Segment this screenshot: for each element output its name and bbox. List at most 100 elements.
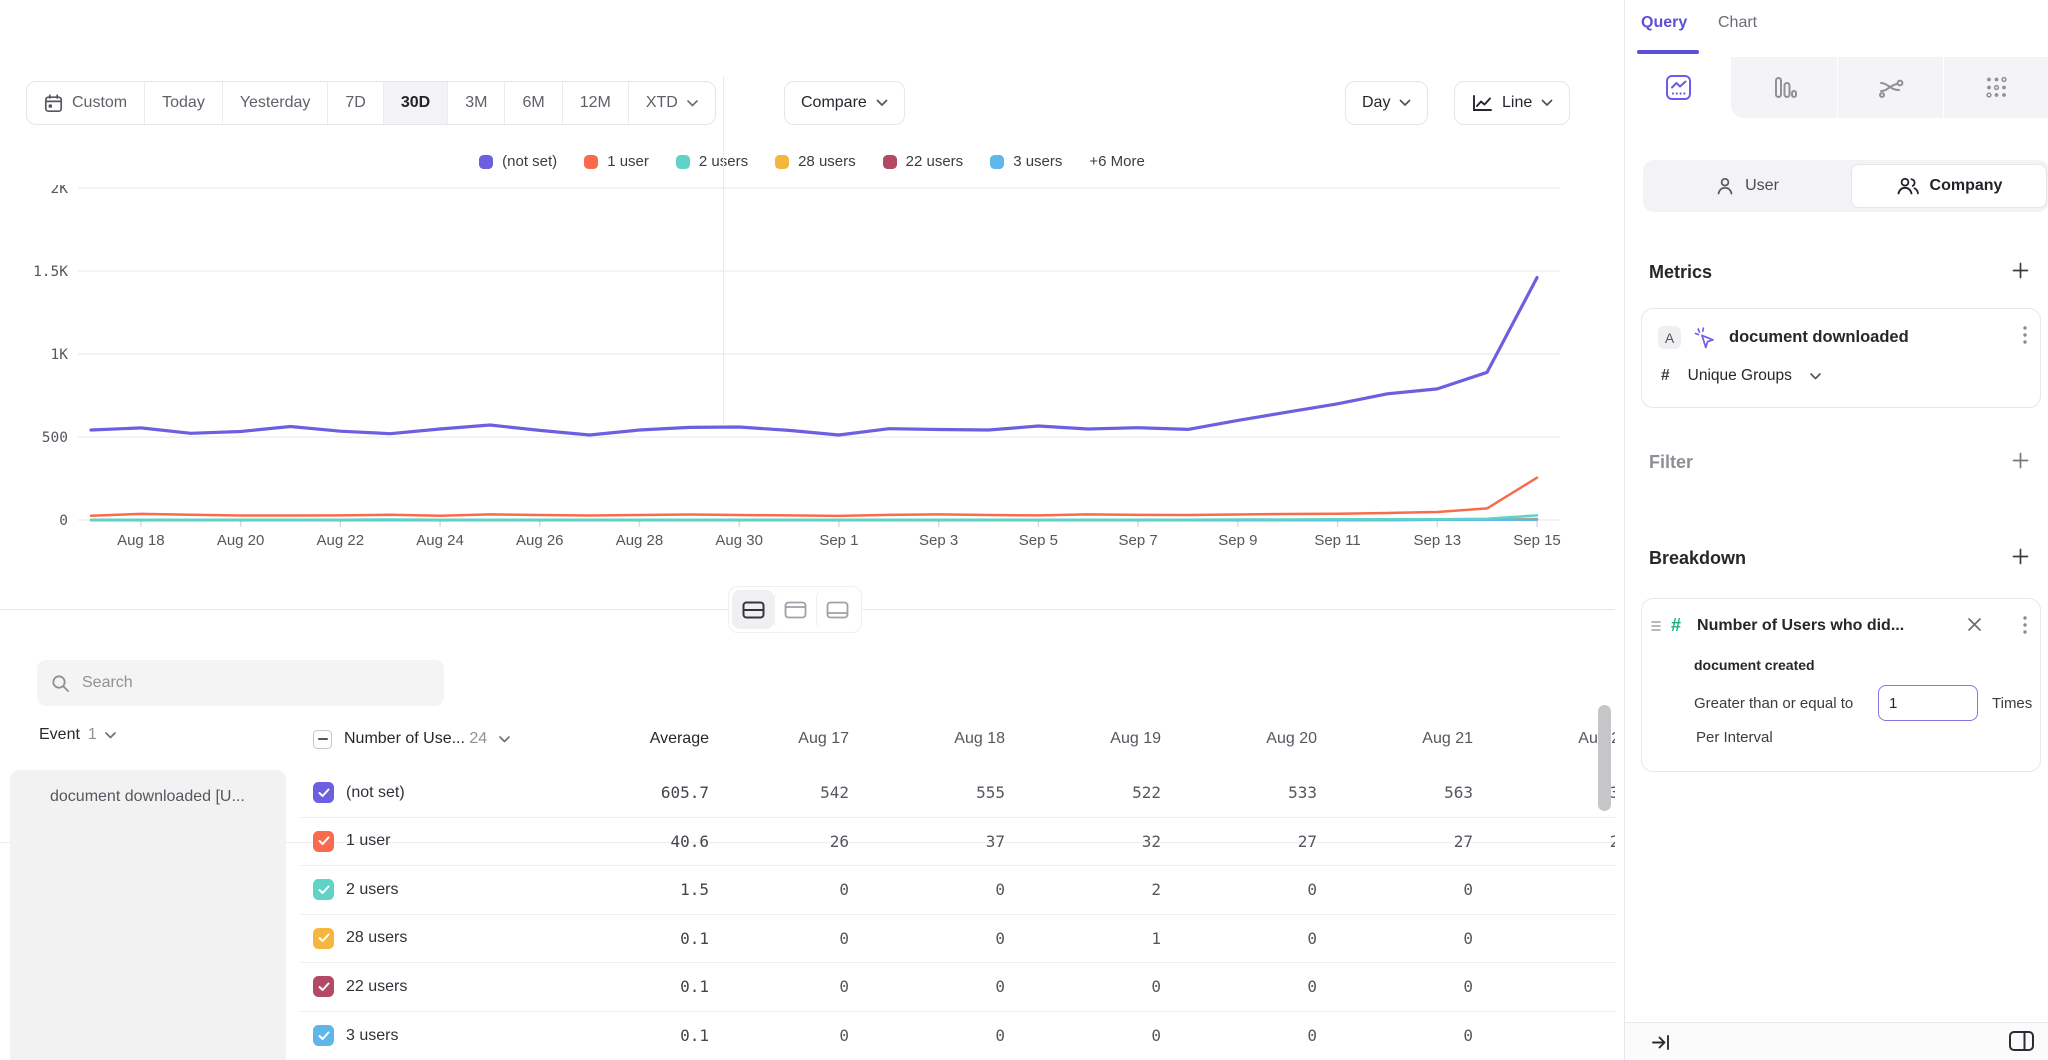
usage-line-chart[interactable]: 05001K1.5K2KAug 18Aug 20Aug 22Aug 24Aug … xyxy=(0,185,1624,563)
filter-heading: Filter xyxy=(1649,452,1693,473)
layout-chart-only-button[interactable] xyxy=(774,590,816,629)
range-button-yesterday[interactable]: Yesterday xyxy=(222,82,328,124)
search-input[interactable] xyxy=(82,674,412,692)
series-checkbox[interactable] xyxy=(313,976,334,997)
range-button-custom[interactable]: Custom xyxy=(27,82,144,124)
remove-breakdown-button[interactable] xyxy=(1967,617,1982,637)
metric-card[interactable]: A document downloaded # Unique Groups xyxy=(1641,308,2041,408)
average-value: 40.6 xyxy=(555,832,723,851)
segment-bar-chart[interactable] xyxy=(1731,57,1837,118)
add-metric-button[interactable] xyxy=(2008,258,2032,282)
svg-text:Aug 18: Aug 18 xyxy=(117,532,165,549)
range-button-12m[interactable]: 12M xyxy=(562,82,628,124)
chart-legend: (not set) 1 user 2 users 28 users 22 users 3 … xyxy=(0,153,1624,170)
series-checkbox[interactable] xyxy=(313,928,334,949)
table-row[interactable]: 1 user40.6263732272728 xyxy=(300,818,1615,867)
table-row[interactable]: 28 users0.1001000 xyxy=(300,915,1615,964)
cell-value: 0 xyxy=(1191,1026,1347,1045)
svg-text:Sep 5: Sep 5 xyxy=(1019,532,1058,549)
legend-swatch xyxy=(775,155,789,169)
drag-handle-icon[interactable] xyxy=(1650,619,1662,633)
bar-chart-icon xyxy=(1771,74,1798,101)
series-checkbox[interactable] xyxy=(313,1025,334,1046)
legend-item[interactable]: 28 users xyxy=(775,153,856,170)
series-checkbox[interactable] xyxy=(313,879,334,900)
per-interval-label: Per Interval xyxy=(1696,729,1773,746)
series-checkbox[interactable] xyxy=(313,782,334,803)
numeric-property-icon: # xyxy=(1671,615,1681,636)
table-row[interactable]: 2 users1.5002000 xyxy=(300,866,1615,915)
interval-dropdown[interactable]: Day xyxy=(1345,81,1428,125)
series-label: 28 users xyxy=(346,929,407,947)
breakdown-column-header[interactable]: Number of Use... 24 xyxy=(300,730,555,749)
layout-split-button[interactable] xyxy=(732,590,774,629)
series-label: 2 users xyxy=(346,881,398,899)
date-column-header: Aug 19 xyxy=(1035,730,1191,748)
legend-swatch xyxy=(676,155,690,169)
segment-matrix-chart[interactable] xyxy=(1943,57,2048,118)
breakdown-card[interactable]: # Number of Users who did... document cr… xyxy=(1641,598,2041,772)
legend-item[interactable]: 2 users xyxy=(676,153,748,170)
chevron-down-icon xyxy=(1541,99,1553,107)
segment-line-chart[interactable] xyxy=(1625,57,1731,118)
range-button-today[interactable]: Today xyxy=(144,82,222,124)
audience-company-option[interactable]: Company xyxy=(1851,164,2047,208)
audience-toggle: User Company xyxy=(1643,160,2048,212)
cell-value: 563 xyxy=(1347,783,1503,802)
table-row[interactable]: (not set)605.7542555522533563535 xyxy=(300,769,1615,818)
metric-measure-dropdown[interactable]: # Unique Groups xyxy=(1661,367,1821,385)
legend-more[interactable]: +6 More xyxy=(1089,153,1144,170)
legend-item[interactable]: 22 users xyxy=(883,153,964,170)
select-all-checkbox[interactable] xyxy=(313,730,332,749)
table-row[interactable]: 3 users0.1000000 xyxy=(300,1012,1615,1060)
chart-type-label: Line xyxy=(1502,94,1532,112)
average-value: 1.5 xyxy=(555,880,723,899)
add-breakdown-button[interactable] xyxy=(2008,544,2032,568)
range-button-7d[interactable]: 7D xyxy=(327,82,382,124)
cell-value: 37 xyxy=(879,832,1035,851)
range-button-6m[interactable]: 6M xyxy=(504,82,561,124)
sidebar-panel-icon xyxy=(2008,1029,2035,1053)
average-value: 0.1 xyxy=(555,1026,723,1045)
cell-value: 2 xyxy=(1035,880,1191,899)
compare-button[interactable]: Compare xyxy=(784,81,905,125)
legend-item[interactable]: 1 user xyxy=(584,153,649,170)
svg-text:Sep 13: Sep 13 xyxy=(1414,532,1462,549)
cell-value: 0 xyxy=(723,880,879,899)
legend-item[interactable]: 3 users xyxy=(990,153,1062,170)
series-checkbox[interactable] xyxy=(313,831,334,852)
segment-flow-chart[interactable] xyxy=(1837,57,1943,118)
close-icon xyxy=(1967,617,1982,632)
cell-value: 0 xyxy=(1191,977,1347,996)
add-filter-button[interactable] xyxy=(2008,448,2032,472)
range-button-30d[interactable]: 30D xyxy=(383,82,447,124)
chevron-down-icon xyxy=(499,736,510,743)
svg-text:1K: 1K xyxy=(51,347,69,363)
chart-type-dropdown[interactable]: Line xyxy=(1454,81,1570,125)
table-vertical-scrollbar[interactable] xyxy=(1598,705,1611,811)
search-box[interactable] xyxy=(37,660,444,706)
audience-user-option[interactable]: User xyxy=(1643,160,1851,212)
metric-options-kebab-icon[interactable] xyxy=(2022,325,2028,350)
svg-text:1.5K: 1.5K xyxy=(33,264,68,280)
frozen-column-divider xyxy=(723,76,724,424)
breakdown-options-kebab-icon[interactable] xyxy=(2022,615,2028,640)
legend-item[interactable]: (not set) xyxy=(479,153,557,170)
range-button-xtd[interactable]: XTD xyxy=(628,82,715,124)
event-column-header[interactable]: Event 1 xyxy=(39,726,116,744)
cell-value: 0 xyxy=(723,977,879,996)
table-header-row: Event 1 Number of Use... 24AverageAug 17… xyxy=(0,712,1615,766)
table-row[interactable]: 22 users0.1000000 xyxy=(300,963,1615,1012)
collapse-panel-button[interactable] xyxy=(1651,1032,1672,1058)
layout-table-only-button[interactable] xyxy=(816,590,858,629)
cell-value: 28 xyxy=(1503,832,1615,851)
bottom-panel-icon xyxy=(826,601,849,619)
toggle-sidebar-button[interactable] xyxy=(2008,1029,2035,1058)
range-button-3m[interactable]: 3M xyxy=(447,82,504,124)
condition-value-input[interactable] xyxy=(1878,685,1978,721)
tab-chart[interactable]: Chart xyxy=(1718,14,1757,32)
cell-value: 0 xyxy=(1191,880,1347,899)
chart-type-segmented-control xyxy=(1625,57,2048,118)
measure-label: Unique Groups xyxy=(1688,367,1792,385)
tab-query[interactable]: Query xyxy=(1641,14,1687,32)
